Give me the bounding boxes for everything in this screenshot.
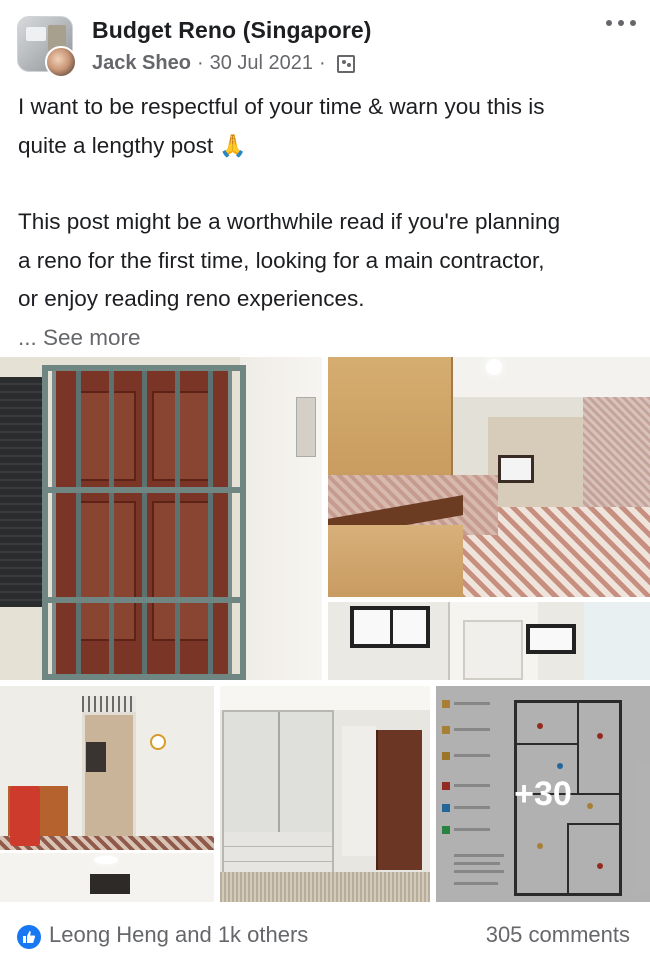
like-icon [17, 925, 41, 949]
photo-wardrobe[interactable] [220, 686, 430, 902]
reaction-bar: Leong Heng and 1k others 305 comments [0, 904, 650, 964]
avatar-stack[interactable] [17, 16, 77, 78]
more-options-button[interactable] [606, 12, 636, 34]
see-more-link[interactable]: ... See more [18, 319, 638, 358]
post-body: I want to be respectful of your time & w… [18, 88, 638, 357]
praying-hands-emoji: 🙏 [219, 132, 247, 158]
more-photos-count: +30 [514, 774, 572, 813]
post-text-line: quite a lengthy post 🙏 [18, 127, 638, 166]
photo-floor-plan[interactable]: +30 [436, 686, 650, 902]
group-members-icon [336, 54, 355, 73]
post-text-line: or enjoy reading reno experiences. [18, 286, 365, 311]
comments-count[interactable]: 305 comments [486, 922, 630, 948]
post-text-line: a reno for the first time, looking for a… [18, 247, 545, 273]
post-header: Budget Reno (Singapore) Jack Sheo · 30 J… [0, 0, 650, 84]
post-text-line: I want to be respectful of your time & w… [18, 94, 545, 119]
author-avatar[interactable] [45, 46, 77, 78]
post-meta: Jack Sheo · 30 Jul 2021 · [92, 52, 355, 75]
group-name[interactable]: Budget Reno (Singapore) [92, 17, 372, 44]
reactions-summary[interactable]: Leong Heng and 1k others [49, 922, 308, 948]
more-options-icon [606, 20, 612, 26]
photo-grid: +30 [0, 357, 650, 902]
meta-separator-2: · [319, 52, 326, 74]
photo-windows[interactable] [328, 602, 650, 680]
author-name[interactable]: Jack Sheo [92, 52, 191, 75]
photo-door-gate[interactable] [0, 357, 322, 680]
post-date[interactable]: 30 Jul 2021 [210, 52, 313, 75]
photo-living-room[interactable] [0, 686, 214, 902]
photo-kitchen[interactable] [328, 357, 650, 597]
meta-separator: · [196, 52, 204, 74]
post-text-line: This post might be a worthwhile read if … [18, 209, 561, 234]
more-photos-overlay[interactable]: +30 [436, 686, 650, 902]
